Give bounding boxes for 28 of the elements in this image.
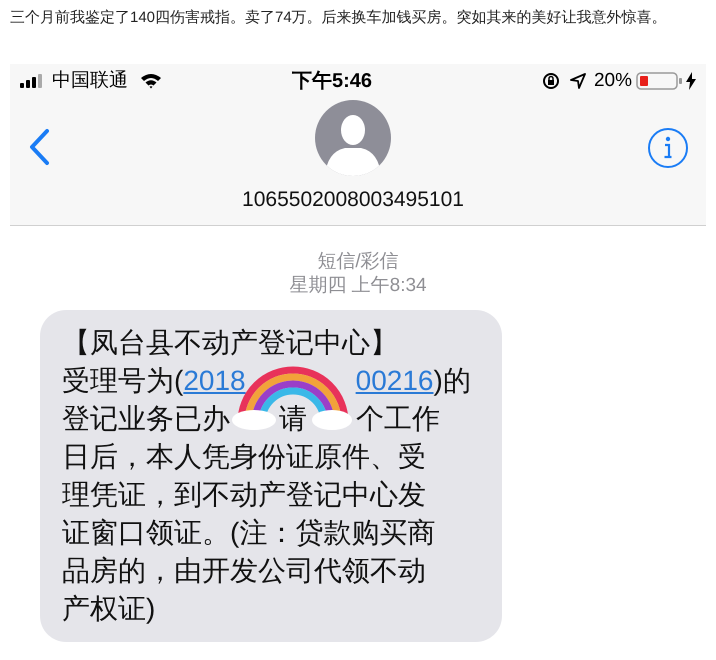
message-text: 产权证) [62, 592, 156, 626]
message-text: 理凭证，到不动产登记中心发 [62, 478, 426, 512]
message-text: 证窗口领证。(注：贷款购买商 [62, 516, 436, 550]
message-text: 请 [279, 402, 307, 436]
status-time: 下午5:46 [292, 69, 372, 94]
post-text: 三个月前我鉴定了140四伤害戒指。卖了74万。后来换车加钱买房。突如其来的美好让我意外惊喜。 [9, 8, 668, 28]
carrier-name: 中国联通 [52, 68, 128, 93]
battery-icon [636, 72, 684, 90]
contact-number: 1065502008003495101 [242, 187, 464, 213]
message-text: 登记业务已办 [62, 402, 230, 436]
message-text: 日后，本人凭身份证原件、受 [62, 440, 426, 474]
message-text: )的 [434, 364, 471, 398]
location-arrow-icon [570, 73, 586, 89]
info-button[interactable] [648, 128, 688, 168]
info-icon [663, 136, 673, 160]
message-timestamp: 星期四 上午8:34 [289, 274, 427, 298]
message-text: 个工作 [356, 402, 440, 436]
chevron-left-icon [28, 128, 50, 166]
battery-percent: 20% [594, 68, 632, 93]
message-text: 受理号为( [62, 364, 184, 398]
charging-bolt-icon [686, 72, 696, 90]
wifi-icon [140, 73, 162, 89]
rotation-lock-icon [542, 72, 560, 90]
message-text: 品房的，由开发公司代领不动 [62, 554, 426, 588]
message-service-label: 短信/彩信 [317, 250, 399, 274]
receipt-number-link[interactable]: 00216 [356, 362, 434, 400]
message-text: 【凤台县不动产登记中心】 [62, 326, 398, 360]
receipt-number-link[interactable]: 2018 [183, 362, 246, 400]
